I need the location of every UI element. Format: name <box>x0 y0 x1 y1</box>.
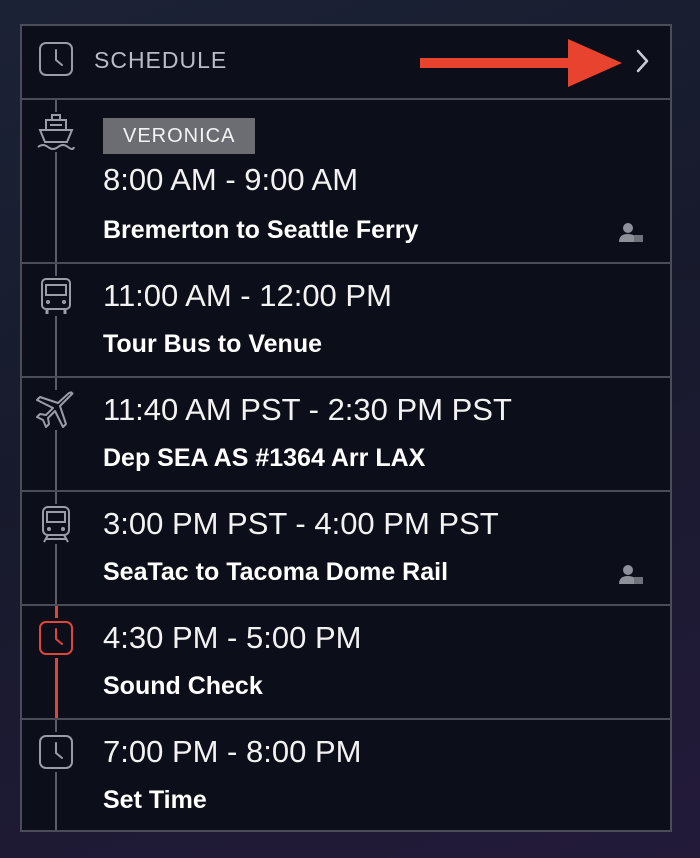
item-name: Sound Check <box>103 672 263 700</box>
plane-icon <box>36 390 76 430</box>
item-time: 11:00 AM - 12:00 PM <box>103 278 392 313</box>
schedule-panel: SCHEDULE VERONICA 8:00 AM - 9:00 AM Brem… <box>20 24 672 832</box>
schedule-header: SCHEDULE <box>22 26 670 100</box>
clock-icon <box>39 42 73 76</box>
item-time: 3:00 PM PST - 4:00 PM PST <box>103 506 499 541</box>
item-time: 4:30 PM - 5:00 PM <box>103 620 362 655</box>
chevron-right-icon[interactable] <box>632 48 652 74</box>
ferry-icon <box>36 112 76 152</box>
train-icon <box>36 504 76 544</box>
item-name: Dep SEA AS #1364 Arr LAX <box>103 444 426 472</box>
item-name: SeaTac to Tacoma Dome Rail <box>103 558 449 586</box>
person-icon <box>619 223 643 242</box>
schedule-item-rail[interactable]: 3:00 PM PST - 4:00 PM PST SeaTac to Taco… <box>22 492 670 606</box>
schedule-item-sound-check[interactable]: 4:30 PM - 5:00 PM Sound Check <box>22 606 670 720</box>
clock-icon <box>36 732 76 772</box>
schedule-item-set-time[interactable]: 7:00 PM - 8:00 PM Set Time <box>22 720 670 832</box>
person-icon <box>619 565 643 584</box>
clock-icon <box>36 618 76 658</box>
item-name: Set Time <box>103 786 207 814</box>
item-time: 8:00 AM - 9:00 AM <box>103 162 359 197</box>
schedule-item-bus[interactable]: 11:00 AM - 12:00 PM Tour Bus to Venue <box>22 264 670 378</box>
schedule-item-ferry[interactable]: VERONICA 8:00 AM - 9:00 AM Bremerton to … <box>22 100 670 264</box>
bus-icon <box>36 276 76 316</box>
item-time: 11:40 AM PST - 2:30 PM PST <box>103 392 512 427</box>
item-time: 7:00 PM - 8:00 PM <box>103 734 362 769</box>
item-name: Bremerton to Seattle Ferry <box>103 216 419 244</box>
schedule-title: SCHEDULE <box>94 47 228 73</box>
assignee-tag: VERONICA <box>103 118 256 154</box>
schedule-item-flight[interactable]: 11:40 AM PST - 2:30 PM PST Dep SEA AS #1… <box>22 378 670 492</box>
item-name: Tour Bus to Venue <box>103 330 322 358</box>
annotation-arrow-icon <box>420 39 622 87</box>
